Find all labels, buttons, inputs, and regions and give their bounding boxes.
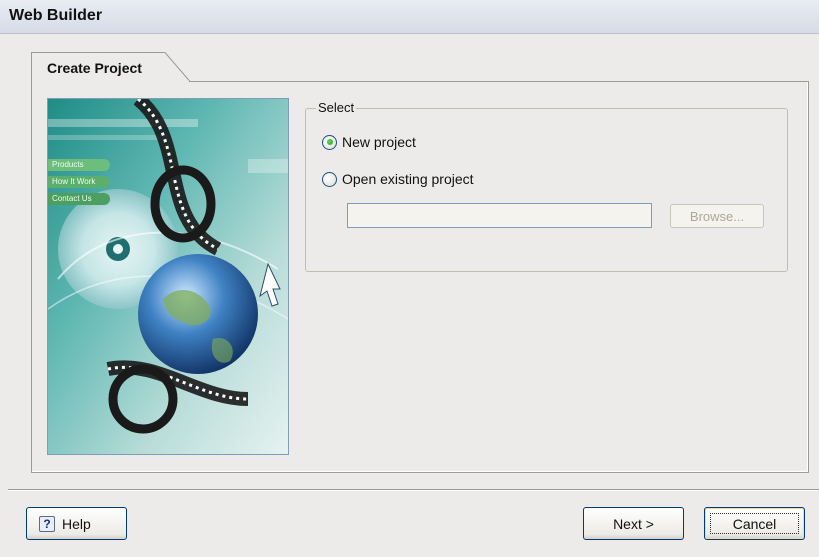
next-button[interactable]: Next > [583, 507, 684, 540]
banner-menu-item: How It Work [48, 176, 110, 188]
new-project-radio-option[interactable]: New project [322, 134, 416, 150]
new-project-label[interactable]: New project [342, 134, 416, 150]
question-mark-icon: ? [39, 515, 55, 532]
open-existing-label[interactable]: Open existing project [342, 171, 474, 187]
focus-ring [710, 513, 799, 534]
banner-menu: Products How It Work Contact Us [48, 159, 110, 205]
banner-menu-item: Contact Us [48, 193, 110, 205]
window-title: Web Builder [9, 7, 103, 24]
project-path-input[interactable] [347, 203, 652, 228]
browse-button[interactable]: Browse... [670, 204, 764, 228]
open-existing-radio[interactable] [322, 171, 337, 187]
next-button-label: Next > [613, 515, 654, 532]
tab-create-project[interactable]: Create Project [31, 52, 191, 82]
select-groupbox: Select [305, 100, 788, 272]
open-existing-radio-option[interactable]: Open existing project [322, 171, 474, 187]
film-globe-illustration [48, 99, 288, 454]
help-button[interactable]: ? Help [26, 507, 127, 540]
footer-separator-highlight [8, 490, 819, 491]
new-project-radio[interactable] [322, 134, 337, 150]
help-button-label: Help [62, 515, 91, 532]
tab-label: Create Project [47, 60, 142, 76]
banner-image: Products How It Work Contact Us [47, 98, 289, 455]
select-legend: Select [316, 100, 357, 115]
title-bar: Web Builder [0, 0, 819, 34]
cancel-button[interactable]: Cancel [704, 507, 805, 540]
banner-menu-item: Products [48, 159, 110, 171]
